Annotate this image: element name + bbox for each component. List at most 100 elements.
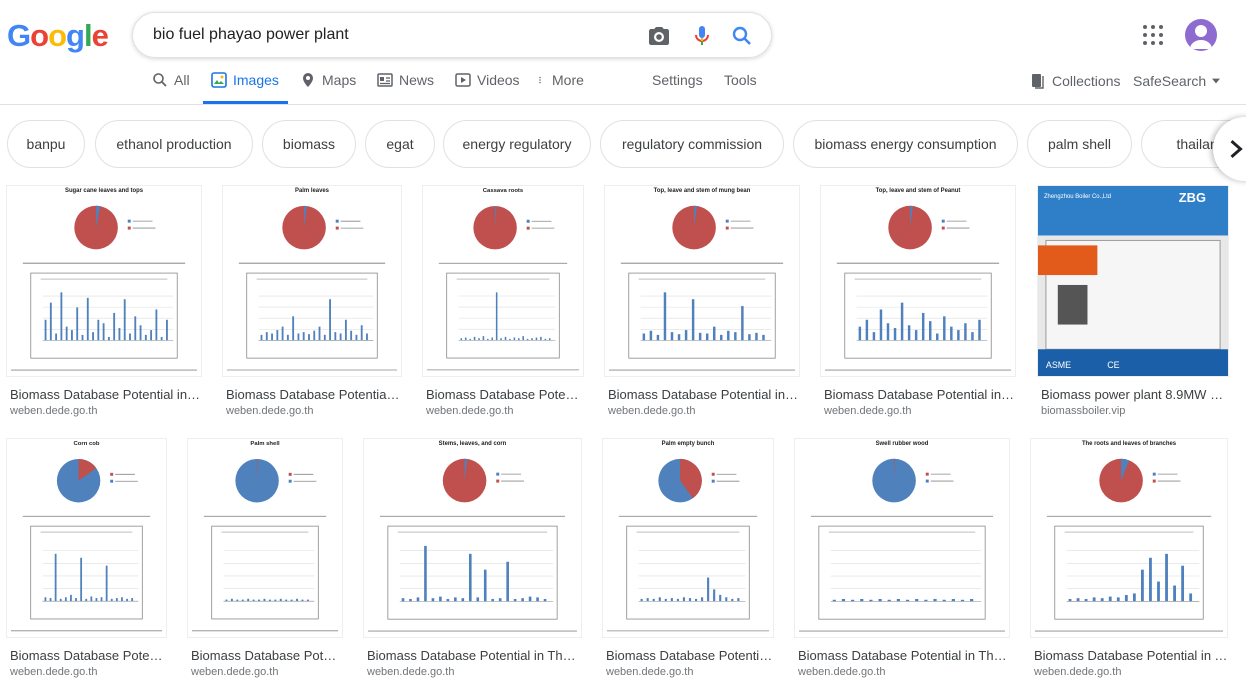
chart-bar — [921, 312, 925, 341]
google-logo[interactable]: Google — [7, 18, 109, 54]
result-source[interactable]: weben.dede.go.th — [824, 405, 911, 417]
result-thumbnail[interactable]: Top, leave and stem of Peanut — [820, 185, 1016, 377]
chart-bar — [144, 334, 147, 341]
chart-bar — [957, 330, 960, 341]
result-source[interactable]: weben.dede.go.th — [367, 666, 454, 678]
tab-news[interactable]: News — [377, 62, 434, 104]
chart-bar — [498, 598, 502, 602]
result-source[interactable]: weben.dede.go.th — [798, 666, 885, 678]
chip-banpu[interactable]: banpu — [7, 120, 85, 168]
chart-bar — [964, 323, 967, 341]
result-thumbnail[interactable]: Palm leaves — [222, 185, 402, 377]
bar-chart-frame — [246, 272, 378, 359]
tab-videos[interactable]: Videos — [455, 62, 520, 104]
chart-bar — [942, 599, 946, 602]
thumbnail-graphic: Palm shell — [191, 441, 339, 632]
image-result-card[interactable]: Palm shell Biomass Database Poten... weben… — [187, 438, 343, 682]
result-source[interactable]: weben.dede.go.th — [606, 666, 693, 678]
result-source[interactable]: weben.dede.go.th — [608, 405, 695, 417]
tab-all[interactable]: All — [152, 62, 190, 104]
chart-bar — [951, 598, 955, 602]
chip-energy-regulatory[interactable]: energy regulatory — [443, 120, 591, 168]
tab-more[interactable]: More — [538, 62, 584, 104]
result-thumbnail[interactable]: Sugar cane leaves and tops — [6, 185, 202, 377]
image-result-card[interactable]: Corn cob Biomass Database Potent... weben.… — [6, 438, 167, 682]
chart-bar — [943, 316, 946, 341]
search-icon[interactable] — [730, 24, 754, 48]
result-title[interactable]: Biomass Database Potential in T... — [1034, 648, 1228, 663]
search-box[interactable]: bio fuel phayao power plant — [132, 12, 772, 58]
chip-ethanol-production[interactable]: ethanol production — [95, 120, 253, 168]
search-input[interactable]: bio fuel phayao power plant — [153, 26, 349, 44]
chart-bar — [905, 599, 910, 602]
chart-bar — [914, 330, 918, 341]
safesearch-dropdown[interactable]: SafeSearch — [1133, 73, 1221, 89]
chart-bar — [263, 598, 266, 602]
result-title[interactable]: Biomass Database Potential i... — [226, 387, 402, 402]
image-result-card[interactable]: Swell rubber wood Biomass Database Potent… — [794, 438, 1010, 682]
image-result-card[interactable]: The roots and leaves of branches Biomass … — [1030, 438, 1228, 682]
result-thumbnail[interactable]: The roots and leaves of branches — [1030, 438, 1228, 638]
chip-regulatory-commission[interactable]: regulatory commission — [600, 120, 784, 168]
result-thumbnail[interactable]: Swell rubber wood — [794, 438, 1010, 638]
chart-bar — [741, 306, 744, 341]
image-result-card[interactable]: ZBG Zhengzhou Boiler Co.,Ltd ASME CE Biomass… — [1037, 185, 1229, 421]
image-result-card[interactable]: Top, leave and stem of Peanut Biomass Dat… — [820, 185, 1016, 421]
chart-bar — [1165, 553, 1168, 602]
microphone-icon[interactable] — [690, 24, 714, 48]
collections-link[interactable]: Collections — [1030, 73, 1120, 89]
result-title[interactable]: Biomass Database Potential in Thai... — [798, 648, 1010, 663]
result-title[interactable]: Biomass Database Poten... — [191, 648, 343, 663]
image-result-card[interactable]: Palm empty bunch Biomass Database Potenti… — [602, 438, 774, 682]
tab-tools[interactable]: Tools — [724, 62, 757, 104]
result-source[interactable]: weben.dede.go.th — [426, 405, 513, 417]
tab-images[interactable]: Images — [203, 62, 288, 104]
result-source[interactable]: weben.dede.go.th — [10, 405, 97, 417]
result-title[interactable]: Biomass Database Potential in T... — [824, 387, 1016, 402]
result-title[interactable]: Biomass Database Potential in T... — [10, 387, 202, 402]
result-thumbnail[interactable]: Palm shell — [187, 438, 343, 638]
tab-maps[interactable]: Maps — [300, 62, 356, 104]
result-thumbnail[interactable]: Palm empty bunch — [602, 438, 774, 638]
search-tabs: All Images Maps News Videos More Setting… — [0, 62, 1246, 104]
image-result-card[interactable]: Top, leave and stem of mung bean Biomass … — [604, 185, 800, 421]
chart-bar — [682, 597, 685, 602]
chart-bar — [640, 598, 643, 602]
chart-bar — [950, 326, 953, 341]
chip-biomass[interactable]: biomass — [262, 120, 356, 168]
news-icon — [377, 73, 393, 87]
account-avatar[interactable] — [1185, 19, 1217, 51]
camera-icon[interactable] — [647, 24, 671, 48]
result-thumbnail[interactable]: Top, leave and stem of mung bean — [604, 185, 800, 377]
chart-bar — [100, 597, 103, 602]
chip-biomass-energy-consumption[interactable]: biomass energy consumption — [793, 120, 1018, 168]
result-source[interactable]: weben.dede.go.th — [191, 666, 278, 678]
image-result-card[interactable]: Palm leaves Biomass Database Potential i.… — [222, 185, 402, 421]
result-title[interactable]: Biomass power plant 8.9MW – ... — [1041, 387, 1229, 402]
apps-grid-icon[interactable] — [1142, 24, 1164, 46]
result-source[interactable]: biomassboiler.vip — [1041, 405, 1125, 417]
result-source[interactable]: weben.dede.go.th — [10, 666, 97, 678]
image-result-card[interactable]: Stems, leaves, and corn Biomass Database … — [363, 438, 582, 682]
result-source[interactable]: weben.dede.go.th — [1034, 666, 1121, 678]
tab-settings[interactable]: Settings — [652, 62, 703, 104]
chart-bar — [76, 307, 79, 341]
chart-bar — [1181, 565, 1185, 602]
result-thumbnail[interactable]: Cassava roots — [422, 185, 584, 377]
result-title[interactable]: Biomass Database Potential... — [606, 648, 774, 663]
chip-egat[interactable]: egat — [365, 120, 435, 168]
chart-bar — [65, 326, 68, 341]
image-result-card[interactable]: Cassava roots Biomass Database Potent... w… — [422, 185, 584, 421]
result-thumbnail[interactable]: Corn cob — [6, 438, 167, 638]
result-title[interactable]: Biomass Database Potent... — [426, 387, 584, 402]
chart-bar — [252, 599, 255, 602]
result-title[interactable]: Biomass Database Potential in Thail... — [367, 648, 582, 663]
result-thumbnail[interactable]: ZBG Zhengzhou Boiler Co.,Ltd ASME CE — [1037, 185, 1229, 377]
chart-bar — [121, 597, 123, 602]
result-title[interactable]: Biomass Database Potential in T... — [608, 387, 800, 402]
result-title[interactable]: Biomass Database Potent... — [10, 648, 167, 663]
chip-palm-shell[interactable]: palm shell — [1027, 120, 1132, 168]
image-result-card[interactable]: Sugar cane leaves and tops Biomass Databa… — [6, 185, 202, 421]
result-thumbnail[interactable]: Stems, leaves, and corn — [363, 438, 582, 638]
result-source[interactable]: weben.dede.go.th — [226, 405, 313, 417]
